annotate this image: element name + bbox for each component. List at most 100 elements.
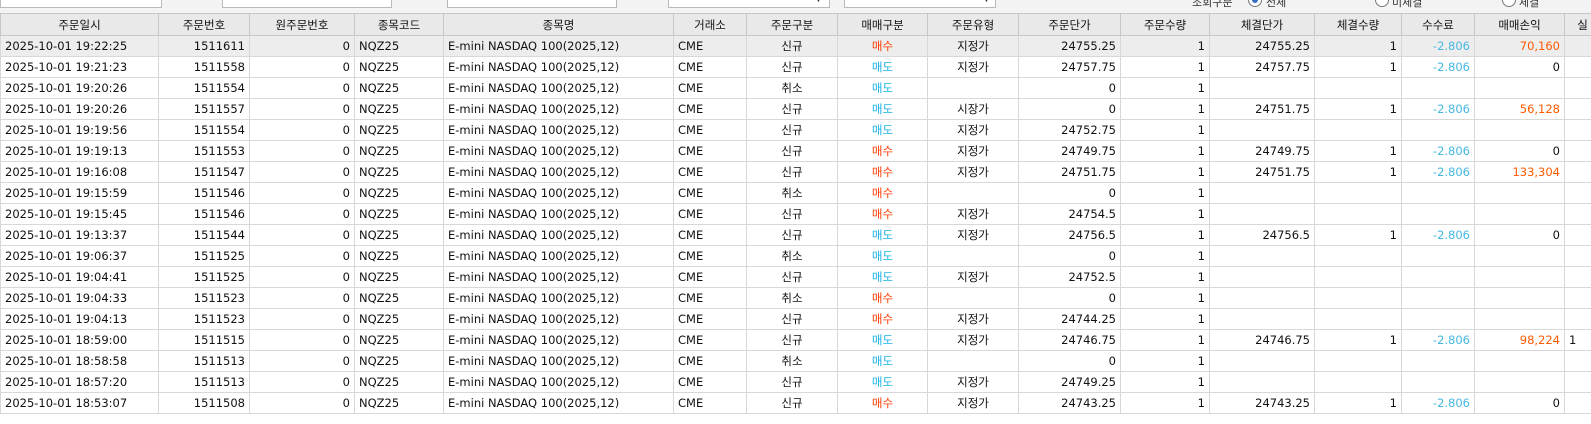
cell-side: 매수 [837, 182, 928, 204]
cell-fee [1401, 245, 1475, 267]
cell-orig-order-no: 0 [249, 182, 355, 204]
col-exchange[interactable]: 거래소 [673, 13, 747, 36]
cell-order-price: 0 [1018, 98, 1121, 120]
table-row[interactable]: 2025-10-01 19:20:26 1511557 0 NQZ25 E-mini N… [0, 98, 1591, 120]
cell-order-price: 0 [1018, 77, 1121, 99]
cell-fee [1401, 371, 1475, 393]
table-row[interactable]: 2025-10-01 19:04:33 1511523 0 NQZ25 E-mini N… [0, 287, 1591, 309]
table-row[interactable]: 2025-10-01 19:04:13 1511523 0 NQZ25 E-mini N… [0, 308, 1591, 330]
cell-fill-price: 24755.25 [1209, 35, 1315, 57]
col-truncated[interactable]: 실 [1564, 13, 1591, 36]
col-symbol-name[interactable]: 종목명 [443, 13, 674, 36]
cell-order-price: 24754.5 [1018, 203, 1121, 225]
radio-all[interactable] [1248, 0, 1262, 7]
cell-order-price: 24743.25 [1018, 392, 1121, 414]
table-row[interactable]: 2025-10-01 19:04:41 1511525 0 NQZ25 E-mini N… [0, 266, 1591, 288]
col-order-type[interactable]: 주문유형 [927, 13, 1019, 36]
radio-filled[interactable] [1502, 0, 1516, 7]
cell-pnl [1474, 371, 1565, 393]
table-row[interactable]: 2025-10-01 18:57:20 1511513 0 NQZ25 E-mini N… [0, 371, 1591, 393]
cell-fee [1401, 287, 1475, 309]
col-side[interactable]: 매매구분 [837, 13, 928, 36]
cell-fee [1401, 266, 1475, 288]
chevron-down-icon[interactable]: ▼ [983, 0, 990, 4]
cell-orig-order-no: 0 [249, 161, 355, 183]
cell-exchange: CME [673, 308, 747, 330]
table-row[interactable]: 2025-10-01 19:06:37 1511525 0 NQZ25 E-mini N… [0, 245, 1591, 267]
chevron-down-icon[interactable]: ▼ [815, 0, 822, 4]
cell-order-type [927, 350, 1019, 372]
table-row[interactable]: 2025-10-01 19:15:59 1511546 0 NQZ25 E-mini N… [0, 182, 1591, 204]
cell-order-qty: 1 [1120, 224, 1210, 246]
table-row[interactable]: 2025-10-01 19:15:45 1511546 0 NQZ25 E-mini N… [0, 203, 1591, 225]
account-field[interactable] [0, 0, 162, 8]
cell-order-time: 2025-10-01 19:20:26 [0, 98, 159, 120]
cell-order-kind: 신규 [746, 119, 838, 141]
cell-exchange: CME [673, 266, 747, 288]
cell-symbol-name: E-mini NASDAQ 100(2025,12) [443, 203, 674, 225]
cell-order-no: 1511523 [158, 287, 250, 309]
cell-order-price: 0 [1018, 350, 1121, 372]
cell-order-qty: 1 [1120, 140, 1210, 162]
col-order-no[interactable]: 주문번호 [158, 13, 250, 36]
cell-pnl [1474, 182, 1565, 204]
cell-pnl: 0 [1474, 224, 1565, 246]
end-date-field[interactable] [447, 0, 617, 8]
table-row[interactable]: 2025-10-01 19:21:23 1511558 0 NQZ25 E-mini N… [0, 56, 1591, 78]
cell-order-no: 1511513 [158, 371, 250, 393]
cell-fill-qty: 1 [1314, 56, 1402, 78]
cell-order-time: 2025-10-01 19:22:25 [0, 35, 159, 57]
col-pnl[interactable]: 매매손익 [1474, 13, 1565, 36]
table-row[interactable]: 2025-10-01 18:58:58 1511513 0 NQZ25 E-mini N… [0, 350, 1591, 372]
cell-exchange: CME [673, 98, 747, 120]
table-row[interactable]: 2025-10-01 18:53:07 1511508 0 NQZ25 E-mini N… [0, 392, 1591, 414]
radio-unfilled[interactable] [1375, 0, 1389, 7]
cell-extra [1564, 182, 1591, 204]
cell-side: 매도 [837, 98, 928, 120]
col-symbol-code[interactable]: 종목코드 [354, 13, 444, 36]
cell-symbol-code: NQZ25 [354, 308, 444, 330]
table-row[interactable]: 2025-10-01 19:19:56 1511554 0 NQZ25 E-mini N… [0, 119, 1591, 141]
cell-extra [1564, 224, 1591, 246]
query-type-label: 조회구분 [1192, 0, 1233, 9]
cell-fill-price [1209, 77, 1315, 99]
cell-order-qty: 1 [1120, 392, 1210, 414]
cell-fill-price [1209, 308, 1315, 330]
cell-order-qty: 1 [1120, 182, 1210, 204]
col-order-kind[interactable]: 주문구분 [746, 13, 838, 36]
end-time-field[interactable] [844, 0, 996, 8]
start-time-field[interactable] [668, 0, 830, 8]
cell-extra [1564, 371, 1591, 393]
cell-symbol-code: NQZ25 [354, 266, 444, 288]
cell-symbol-name: E-mini NASDAQ 100(2025,12) [443, 392, 674, 414]
cell-order-price: 24752.5 [1018, 266, 1121, 288]
table-row[interactable]: 2025-10-01 19:16:08 1511547 0 NQZ25 E-mini N… [0, 161, 1591, 183]
col-fill-qty[interactable]: 체결수량 [1314, 13, 1402, 36]
cell-order-type: 지정가 [927, 119, 1019, 141]
table-row[interactable]: 2025-10-01 19:22:25 1511611 0 NQZ25 E-mini N… [0, 35, 1591, 57]
cell-fill-qty: 1 [1314, 35, 1402, 57]
col-order-price[interactable]: 주문단가 [1018, 13, 1121, 36]
cell-order-no: 1511546 [158, 182, 250, 204]
col-order-time[interactable]: 주문일시 [0, 13, 159, 36]
table-row[interactable]: 2025-10-01 19:13:37 1511544 0 NQZ25 E-mini N… [0, 224, 1591, 246]
start-date-field[interactable] [222, 0, 392, 8]
table-row[interactable]: 2025-10-01 19:19:13 1511553 0 NQZ25 E-mini N… [0, 140, 1591, 162]
col-fee[interactable]: 수수료 [1401, 13, 1475, 36]
table-row[interactable]: 2025-10-01 19:20:26 1511554 0 NQZ25 E-mini N… [0, 77, 1591, 99]
cell-order-price: 24757.75 [1018, 56, 1121, 78]
cell-orig-order-no: 0 [249, 56, 355, 78]
cell-side: 매도 [837, 56, 928, 78]
col-fill-price[interactable]: 체결단가 [1209, 13, 1315, 36]
cell-exchange: CME [673, 119, 747, 141]
cell-order-no: 1511515 [158, 329, 250, 351]
cell-order-type: 지정가 [927, 308, 1019, 330]
col-order-qty[interactable]: 주문수량 [1120, 13, 1210, 36]
cell-order-time: 2025-10-01 19:04:41 [0, 266, 159, 288]
cell-extra [1564, 161, 1591, 183]
cell-order-kind: 신규 [746, 371, 838, 393]
cell-symbol-name: E-mini NASDAQ 100(2025,12) [443, 308, 674, 330]
cell-exchange: CME [673, 392, 747, 414]
col-orig-order-no[interactable]: 원주문번호 [249, 13, 355, 36]
table-row[interactable]: 2025-10-01 18:59:00 1511515 0 NQZ25 E-mini N… [0, 329, 1591, 351]
